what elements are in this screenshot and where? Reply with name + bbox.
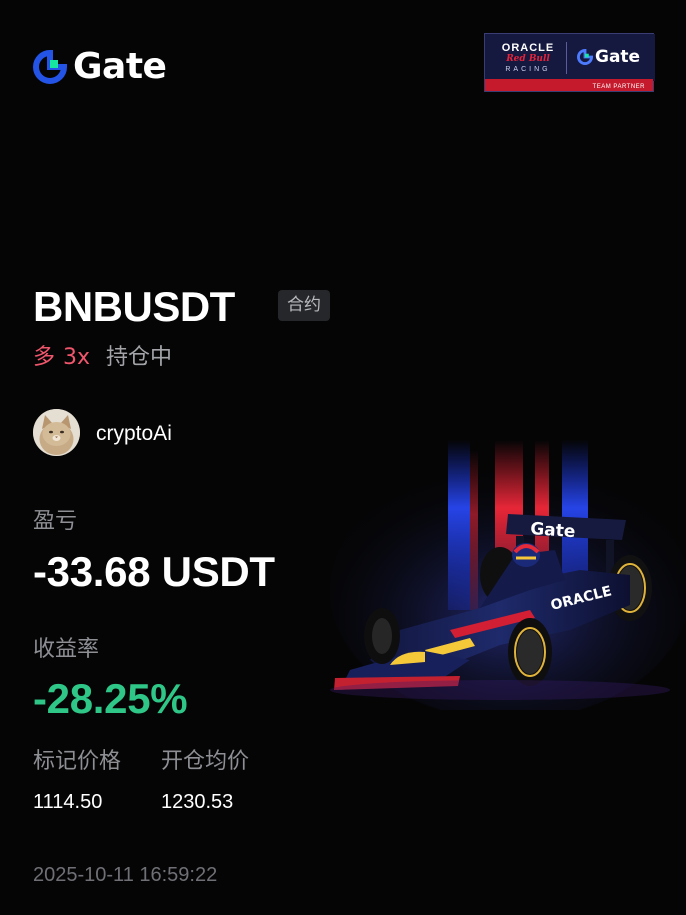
rear-wing-gate-text: Gate [530,519,576,542]
mark-price-value: 1114.50 [33,791,103,813]
f1-car-image: Gate ORACLE [330,440,686,710]
pnl-label: 盈亏 [33,509,78,534]
racing-logo-text: RACING [505,66,551,73]
timestamp: 2025-10-11 16:59:22 [33,864,218,886]
team-partner-text: TEAM PARTNER [592,84,645,90]
position-side-row: 多 3x 持仓中 [33,343,172,373]
roi-value: -28.25% [33,675,188,722]
oracle-logo-text: ORACLE [501,42,555,54]
svg-text:Gate: Gate [530,519,576,542]
entry-price-value: 1230.53 [161,791,234,813]
position-status: 持仓中 [106,345,173,370]
cat-avatar-icon [33,409,80,456]
mark-price-label: 标记价格 [33,749,122,774]
partner-gate-logo: Gate [577,47,640,67]
position-side: 多 [33,345,56,370]
roi-label: 收益率 [33,637,100,662]
avatar [33,409,80,456]
gate-logo-icon [33,50,67,84]
redbull-logo-text: Red Bull [506,54,550,64]
partner-gate-icon [577,49,593,65]
gate-logo: Gate [33,46,167,87]
gate-logo-text: Gate [73,46,167,87]
leverage: 3x [63,345,91,370]
trading-pair: BNBUSDT [33,283,235,330]
partner-divider [566,42,567,74]
pnl-value: -33.68 USDT [33,548,275,595]
contract-tag: 合约 [278,290,330,321]
share-card: { "brand": { "logo_text": "Gate", "accen… [0,0,686,915]
username: cryptoAi [96,422,172,445]
partner-gate-text: Gate [595,47,641,67]
team-partner-badge: ORACLE Red Bull RACING Gate TEAM PARTNER [484,33,655,92]
entry-price-label: 开仓均价 [161,749,250,774]
